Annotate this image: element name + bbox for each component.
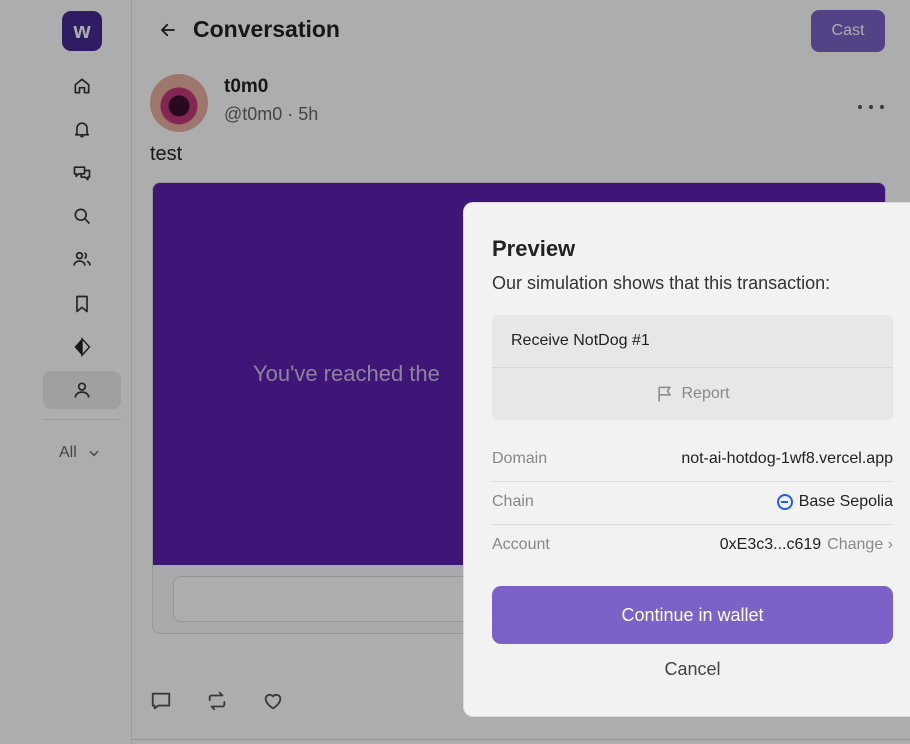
modal-subtitle: Our simulation shows that this transacti… [492,273,831,293]
flag-icon [658,386,672,402]
continue-in-wallet-button[interactable]: Continue in wallet [492,586,893,644]
domain-row: Domain not-ai-hotdog-1wf8.vercel.app [492,439,893,482]
transaction-preview-modal: Preview Our simulation shows that this t… [463,202,910,717]
domain-label: Domain [492,450,548,467]
cancel-button[interactable]: Cancel [492,659,893,685]
simulation-receive-row: Receive NotDog #1 [492,315,893,368]
report-button[interactable]: Report [492,368,893,420]
app: w All Conversation Cast t0m0 @t0m0 · 5h … [0,0,910,744]
modal-title: Preview [492,236,576,261]
chain-value: Base Sepolia [798,493,893,510]
receive-text: Receive NotDog #1 [511,332,650,349]
account-value: 0xE3c3...c619 [719,536,822,553]
chain-label: Chain [492,493,534,510]
base-chain-icon [776,494,793,510]
chain-row: Chain Base Sepolia [492,482,893,525]
simulation-result-box: Receive NotDog #1 Report [492,315,893,420]
chain-value-wrap: Base Sepolia [776,493,893,511]
account-row: Account 0xE3c3...c619 Change › [492,525,893,567]
change-account-link[interactable]: Change › [827,536,893,554]
account-value-wrap: 0xE3c3...c619 Change › [720,536,893,554]
domain-value: not-ai-hotdog-1wf8.vercel.app [681,450,893,467]
report-label: Report [681,385,730,402]
account-label: Account [492,536,550,553]
